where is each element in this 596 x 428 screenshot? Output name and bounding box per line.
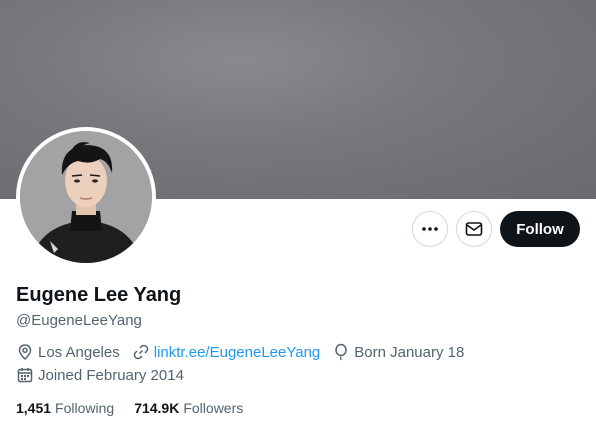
balloon-icon (335, 343, 348, 361)
website-item: linktr.ee/EugeneLeeYang (132, 343, 321, 361)
following-count: 1,451 (16, 400, 52, 416)
following-label: Following (55, 400, 115, 416)
joined-text: Joined February 2014 (38, 366, 184, 384)
website-link[interactable]: linktr.ee/EugeneLeeYang (154, 344, 321, 361)
profile-meta-row-2: Joined February 2014 (16, 366, 196, 384)
location-item: Los Angeles (16, 343, 120, 361)
profile-avatar[interactable] (16, 127, 156, 267)
followers-stat[interactable]: 714.9K Followers (134, 400, 243, 416)
envelope-icon (465, 222, 483, 236)
location-pin-icon (18, 344, 32, 361)
follow-button[interactable]: Follow (500, 211, 580, 247)
birthday-text: Born January 18 (354, 343, 465, 361)
more-horizontal-icon (422, 227, 438, 231)
following-stat[interactable]: 1,451 Following (16, 400, 114, 416)
profile-meta-row: Los Angeles linktr.ee/EugeneLeeYang Born… (16, 343, 476, 361)
location-text: Los Angeles (38, 343, 120, 361)
joined-item: Joined February 2014 (16, 366, 184, 384)
calendar-icon (17, 368, 33, 383)
user-handle: @EugeneLeeYang (16, 312, 142, 329)
followers-count: 714.9K (134, 400, 180, 416)
link-icon (133, 344, 149, 360)
avatar-photo (20, 131, 152, 263)
followers-label: Followers (183, 400, 244, 416)
message-button[interactable] (456, 211, 492, 247)
display-name: Eugene Lee Yang (16, 284, 182, 306)
follow-stats: 1,451 Following 714.9K Followers (16, 400, 263, 416)
birthday-item: Born January 18 (332, 343, 464, 361)
profile-actions: Follow (412, 211, 580, 247)
more-button[interactable] (412, 211, 448, 247)
